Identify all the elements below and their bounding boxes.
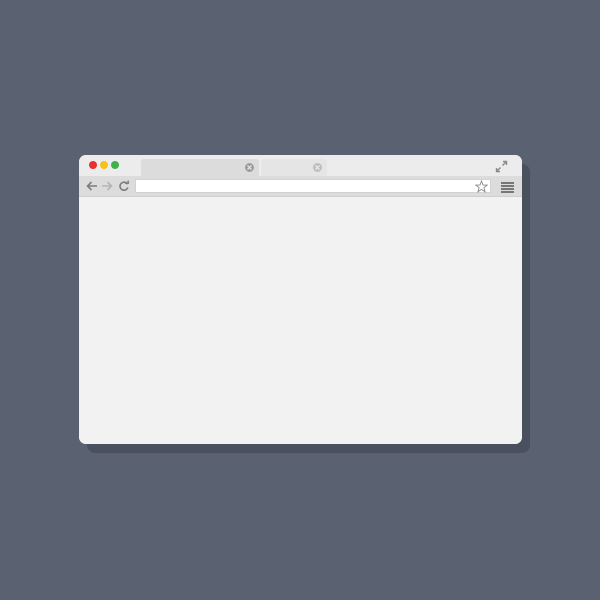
browser-window <box>79 155 522 444</box>
tab-inactive[interactable] <box>261 159 327 176</box>
maximize-window-button[interactable] <box>111 161 119 169</box>
page-content-area <box>79 197 522 444</box>
bookmark-star-icon[interactable] <box>475 180 488 193</box>
hamburger-menu-icon[interactable] <box>494 176 522 196</box>
tab-close-icon[interactable] <box>313 163 322 172</box>
title-bar <box>79 155 522 176</box>
reload-icon[interactable] <box>118 180 130 192</box>
toolbar <box>79 176 522 197</box>
close-window-button[interactable] <box>89 161 97 169</box>
tab-active[interactable] <box>141 159 259 176</box>
forward-arrow-icon[interactable] <box>101 180 113 192</box>
minimize-window-button[interactable] <box>100 161 108 169</box>
tab-close-icon[interactable] <box>245 163 254 172</box>
back-arrow-icon[interactable] <box>86 180 98 192</box>
expand-icon[interactable] <box>495 160 508 173</box>
address-bar[interactable] <box>135 179 491 193</box>
